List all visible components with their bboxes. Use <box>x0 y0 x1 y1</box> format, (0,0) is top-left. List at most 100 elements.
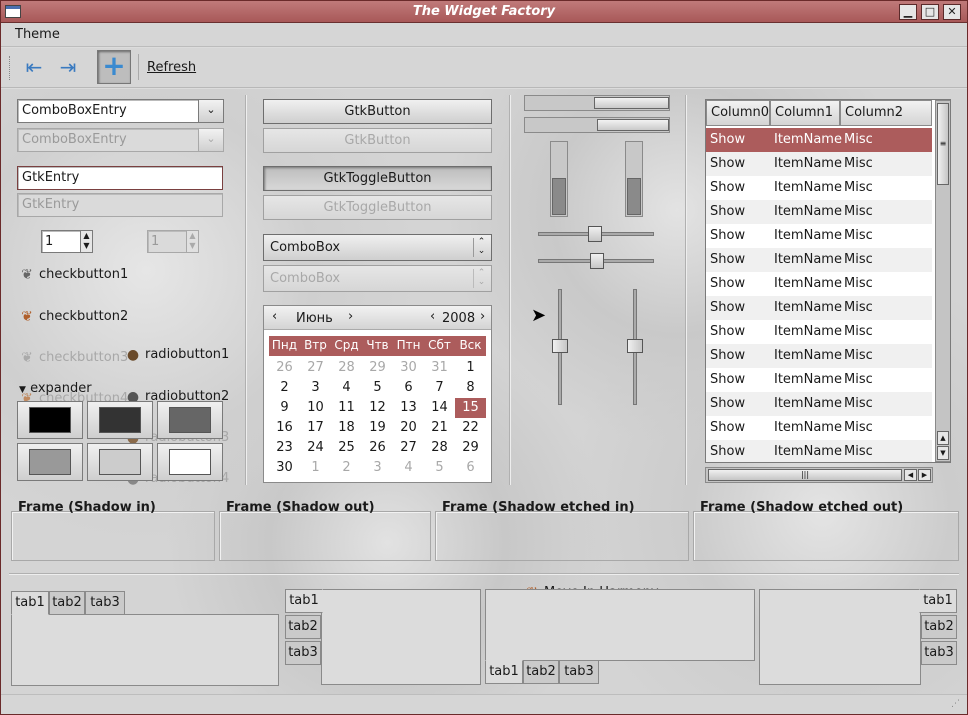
gtk-toggle-button[interactable]: GtkToggleButton <box>263 166 492 191</box>
forward-icon[interactable]: ⇥ <box>55 56 81 80</box>
calendar-day[interactable]: 5 <box>424 458 455 478</box>
calendar-day[interactable]: 31 <box>424 358 455 378</box>
notebook-top-tab1[interactable]: tab1 <box>11 591 49 615</box>
swatch-button[interactable] <box>87 401 153 439</box>
calendar-day[interactable]: 27 <box>300 358 331 378</box>
calendar-day[interactable]: 28 <box>331 358 362 378</box>
gtk-button[interactable]: GtkButton <box>263 99 492 124</box>
calendar[interactable]: ‹ Июнь › ‹ 2008 › Пнд Втр Срд Чтв Птн Сбт Вск … <box>263 305 492 483</box>
vertical-scrollbar[interactable]: ≡ ▲ ▼ <box>935 100 950 462</box>
toolbar-grip[interactable] <box>9 56 12 80</box>
swatch-button[interactable] <box>87 443 153 481</box>
swatch-button[interactable] <box>157 401 223 439</box>
combobox[interactable]: ComboBox ⌃ ⌄ <box>263 234 492 261</box>
table-row[interactable]: Show ItemName Misc <box>706 296 932 320</box>
calendar-day[interactable]: 27 <box>393 438 424 458</box>
calendar-day[interactable]: 11 <box>331 398 362 418</box>
gtk-entry[interactable]: GtkEntry <box>17 166 223 190</box>
add-button[interactable]: + <box>97 50 131 84</box>
calendar-day[interactable]: 30 <box>393 358 424 378</box>
calendar-day[interactable]: 22 <box>455 418 486 438</box>
calendar-day[interactable]: 30 <box>269 458 300 478</box>
scale-slider[interactable] <box>590 253 604 269</box>
swatch-button[interactable] <box>17 401 83 439</box>
scrollbar-thumb[interactable]: ≡ <box>937 103 949 185</box>
minimize-button[interactable]: ▁ <box>899 4 917 20</box>
maximize-button[interactable]: □ <box>921 4 939 20</box>
table-row[interactable]: Show ItemName Misc <box>706 128 932 152</box>
table-row[interactable]: Show ItemName Misc <box>706 320 932 344</box>
notebook-left-tab1[interactable]: tab1 <box>285 589 323 613</box>
combobox-entry-arrow-icon[interactable]: ⌄ <box>198 99 224 123</box>
refresh-button[interactable]: Refresh <box>147 60 196 75</box>
notebook-bottom-tab2[interactable]: tab2 <box>523 660 559 684</box>
next-year-icon[interactable]: › <box>480 309 485 324</box>
calendar-day[interactable]: 16 <box>269 418 300 438</box>
column-header-1[interactable]: Column1 <box>770 100 840 126</box>
horizontal-scale[interactable] <box>538 225 654 243</box>
calendar-day[interactable]: 12 <box>362 398 393 418</box>
scale-slider[interactable] <box>627 339 643 353</box>
calendar-day[interactable]: 8 <box>455 378 486 398</box>
notebook-top-tab2[interactable]: tab2 <box>49 591 85 615</box>
calendar-day[interactable]: 13 <box>393 398 424 418</box>
calendar-day[interactable]: 14 <box>424 398 455 418</box>
notebook-right-tab3[interactable]: tab3 <box>921 641 957 665</box>
table-row[interactable]: Show ItemName Misc <box>706 344 932 368</box>
horizontal-scrollbar[interactable]: ||| ◀ ▶ <box>705 467 933 483</box>
notebook-bottom-tab3[interactable]: tab3 <box>559 660 599 684</box>
vertical-scale[interactable] <box>552 289 568 405</box>
expander[interactable]: ▼ expander <box>19 381 92 396</box>
calendar-day[interactable]: 20 <box>393 418 424 438</box>
close-button[interactable]: ✕ <box>943 4 961 20</box>
calendar-day[interactable]: 15 <box>455 398 486 418</box>
table-row[interactable]: Show ItemName Misc <box>706 440 932 462</box>
prev-month-icon[interactable]: ‹ <box>272 309 277 324</box>
calendar-day[interactable]: 9 <box>269 398 300 418</box>
menu-theme[interactable]: Theme <box>15 27 60 42</box>
scroll-down-icon[interactable]: ▼ <box>937 446 949 460</box>
calendar-day[interactable]: 26 <box>269 358 300 378</box>
notebook-right-tab1[interactable]: tab1 <box>919 589 957 613</box>
scrollbar-thumb[interactable]: ||| <box>708 469 902 481</box>
swatch-button[interactable] <box>157 443 223 481</box>
calendar-day[interactable]: 4 <box>393 458 424 478</box>
scale-slider[interactable] <box>588 226 602 242</box>
calendar-day[interactable]: 4 <box>331 378 362 398</box>
calendar-day[interactable]: 3 <box>362 458 393 478</box>
scroll-right-icon[interactable]: ▶ <box>918 469 931 481</box>
table-row[interactable]: Show ItemName Misc <box>706 368 932 392</box>
combobox-entry[interactable]: ComboBoxEntry <box>17 99 199 123</box>
spin-button[interactable]: 1 <box>41 230 81 253</box>
calendar-day[interactable]: 1 <box>455 358 486 378</box>
table-row[interactable]: Show ItemName Misc <box>706 416 932 440</box>
notebook-top-tab3[interactable]: tab3 <box>85 591 125 615</box>
calendar-day[interactable]: 29 <box>362 358 393 378</box>
prev-year-icon[interactable]: ‹ <box>430 309 435 324</box>
notebook-left-tab2[interactable]: tab2 <box>285 615 321 639</box>
calendar-day[interactable]: 25 <box>331 438 362 458</box>
tree-view[interactable]: Column0 Column1 Column2 Show ItemName Misc… <box>705 99 951 463</box>
table-row[interactable]: Show ItemName Misc <box>706 200 932 224</box>
swatch-button[interactable] <box>17 443 83 481</box>
back-icon[interactable]: ⇤ <box>21 56 47 80</box>
notebook-right-tab2[interactable]: tab2 <box>921 615 957 639</box>
table-row[interactable]: Show ItemName Misc <box>706 248 932 272</box>
horizontal-scale[interactable] <box>538 252 654 270</box>
calendar-day[interactable]: 19 <box>362 418 393 438</box>
resize-grip-icon[interactable]: ⋰ <box>951 699 963 711</box>
calendar-day[interactable]: 6 <box>393 378 424 398</box>
calendar-day[interactable]: 29 <box>455 438 486 458</box>
scale-slider[interactable] <box>552 339 568 353</box>
calendar-day[interactable]: 6 <box>455 458 486 478</box>
notebook-bottom-tab1[interactable]: tab1 <box>485 660 523 684</box>
table-row[interactable]: Show ItemName Misc <box>706 176 932 200</box>
scroll-up-icon[interactable]: ▲ <box>937 431 949 445</box>
scroll-left-icon[interactable]: ◀ <box>904 469 917 481</box>
calendar-day[interactable]: 2 <box>269 378 300 398</box>
calendar-day[interactable]: 18 <box>331 418 362 438</box>
calendar-day[interactable]: 23 <box>269 438 300 458</box>
next-month-icon[interactable]: › <box>348 309 353 324</box>
calendar-day[interactable]: 5 <box>362 378 393 398</box>
column-header-2[interactable]: Column2 <box>840 100 932 126</box>
